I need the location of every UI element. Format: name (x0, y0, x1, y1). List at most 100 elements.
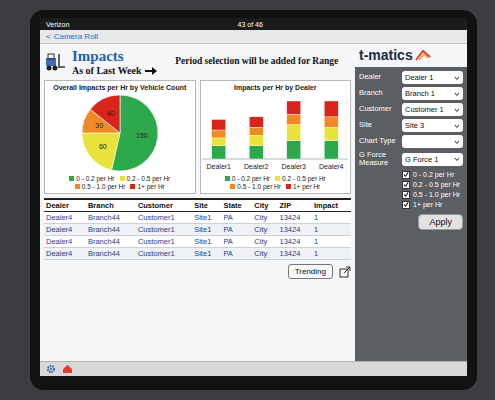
table-cell: Dealer4 (44, 224, 86, 236)
home-icon[interactable] (62, 364, 73, 374)
legend-item: 0.2 - 0.5 per Hr (275, 175, 326, 182)
table-cell: Site1 (192, 212, 221, 224)
pie-chart: 150603040 (80, 93, 160, 173)
impact-table: DealerBranchCustomerSiteStateCityZIPImpa… (44, 198, 351, 260)
filter-select[interactable] (402, 135, 463, 148)
table-row[interactable]: Dealer4Branch44Customer1Site1PACity13424… (44, 212, 351, 224)
filter-row: Chart Type (359, 135, 463, 148)
legend: 0 - 0.2 per Hr 0.2 - 0.5 per Hr0.5 - 1.0 … (204, 175, 348, 190)
table-cell: Dealer4 (44, 248, 86, 260)
dropdown-arrow-icon (454, 156, 460, 162)
back-glyph[interactable]: < (46, 32, 51, 41)
bar-segment (212, 130, 226, 138)
checkbox[interactable] (402, 191, 410, 199)
table-cell: 1 (312, 224, 351, 236)
actions: Trending (44, 264, 351, 279)
filter-row: DealerDealer 1 (359, 71, 463, 84)
svg-text:60: 60 (99, 143, 107, 150)
table-cell: Branch44 (86, 212, 136, 224)
table-cell: 13424 (278, 224, 312, 236)
table-cell: 1 (312, 248, 351, 260)
range-checkbox[interactable]: 1+ per Hr (402, 201, 463, 209)
svg-text:Dealer2: Dealer2 (244, 163, 269, 170)
legend-item: 1+ per Hr (130, 183, 164, 190)
column-header[interactable]: Site (192, 199, 221, 212)
filter-label: Customer (359, 105, 399, 113)
apply-button[interactable]: Apply (418, 214, 463, 230)
dropdown-arrow-icon (454, 107, 460, 113)
bar-segment (212, 138, 226, 146)
table-cell: 1 (312, 236, 351, 248)
filter-row: SiteSite 3 (359, 119, 463, 132)
bar-segment (250, 127, 264, 135)
checkbox[interactable] (402, 181, 410, 189)
share-icon[interactable] (339, 266, 351, 278)
content: ImpactsAs of Last WeekPeriod selection w… (40, 44, 355, 361)
table-cell: Branch44 (86, 236, 136, 248)
filter-select[interactable]: Site 3 (402, 119, 463, 132)
table-row[interactable]: Dealer4Branch44Customer1Site1PACity13424… (44, 248, 351, 260)
filter-select[interactable]: Customer 1 (402, 103, 463, 116)
dropdown-arrow-icon (454, 75, 460, 81)
filter-label: Chart Type (359, 137, 399, 145)
table-row[interactable]: Dealer4Branch44Customer1Site1PACity13424… (44, 236, 351, 248)
table-cell: PA (221, 224, 252, 236)
gear-icon[interactable] (46, 364, 56, 374)
table-cell: Dealer4 (44, 236, 86, 248)
check-icon (403, 191, 409, 198)
nav-bar: <Camera Roll (40, 30, 467, 44)
filter-row: G Force MeasureG Force 1 (359, 151, 463, 168)
table-cell: PA (221, 236, 252, 248)
bar-card: Impacts per Hr by DealerDealer1Dealer2De… (200, 80, 352, 194)
subtitle: As of Last Week (72, 65, 142, 76)
range-checkbox[interactable]: 0.5 - 1.0 per Hr (402, 191, 463, 199)
bar-segment (287, 125, 301, 141)
column-header[interactable]: Customer (136, 199, 192, 212)
legend-item: 0.5 - 1.0 per Hr (230, 183, 281, 190)
checkbox[interactable] (402, 201, 410, 209)
filter-select[interactable]: Branch 1 (402, 87, 463, 100)
bar-segment (250, 135, 264, 146)
column-header[interactable]: Branch (86, 199, 136, 212)
table-cell: City (252, 212, 277, 224)
bar-stack: Dealer3 (282, 101, 307, 170)
table-cell: 13424 (278, 236, 312, 248)
filter-label: Branch (359, 89, 399, 97)
filter-select[interactable]: G Force 1 (402, 153, 463, 166)
table-cell: Branch44 (86, 224, 136, 236)
trending-button[interactable]: Trending (288, 264, 333, 279)
table-row[interactable]: Dealer4Branch44Customer1Site1PACity13424… (44, 224, 351, 236)
chart-title: Impacts per Hr by Dealer (234, 84, 316, 91)
legend-item: 0 - 0.2 per Hr (225, 175, 270, 182)
filter-select[interactable]: Dealer 1 (402, 71, 463, 84)
column-header[interactable]: City (252, 199, 277, 212)
pie-slice: 60 (82, 133, 120, 170)
range-checks: 0 - 0.2 per Hr 0.2 - 0.5 per Hr 0.5 - 1.0 … (359, 171, 463, 209)
bar-segment (287, 141, 301, 159)
range-checkbox[interactable]: 0 - 0.2 per Hr (402, 171, 463, 179)
bar-segment (212, 119, 226, 130)
check-icon (403, 181, 409, 188)
period-note: Period selection will be added for Range (163, 56, 351, 67)
dropdown-arrow-icon (454, 91, 460, 97)
range-checkbox[interactable]: 0.2 - 0.5 per Hr (402, 181, 463, 189)
checkbox[interactable] (402, 171, 410, 179)
table-cell: Site1 (192, 248, 221, 260)
table-cell: Customer1 (136, 236, 192, 248)
tablet: Verizon43 of 46<Camera RollImpactsAs of … (30, 10, 477, 390)
bar-segment (325, 117, 339, 128)
table-cell: 1 (312, 212, 351, 224)
back-button[interactable]: Camera Roll (54, 32, 98, 41)
table-cell: Customer1 (136, 224, 192, 236)
pie-card: Overall Impacts per Hr by Vehicle Count1… (44, 80, 196, 194)
column-header[interactable]: Dealer (44, 199, 86, 212)
page: Verizon43 of 46<Camera RollImpactsAs of … (0, 0, 495, 400)
column-header[interactable]: State (221, 199, 252, 212)
column-header[interactable]: ZIP (278, 199, 312, 212)
column-header[interactable]: Impact (312, 199, 351, 212)
svg-text:40: 40 (106, 110, 114, 117)
filter-panel: t-maticsDealerDealer 1BranchBranch 1Cust… (355, 44, 467, 361)
page-count: 43 of 46 (238, 21, 263, 28)
legend-item: 1+ per Hr (286, 183, 320, 190)
filter-row: CustomerCustomer 1 (359, 103, 463, 116)
